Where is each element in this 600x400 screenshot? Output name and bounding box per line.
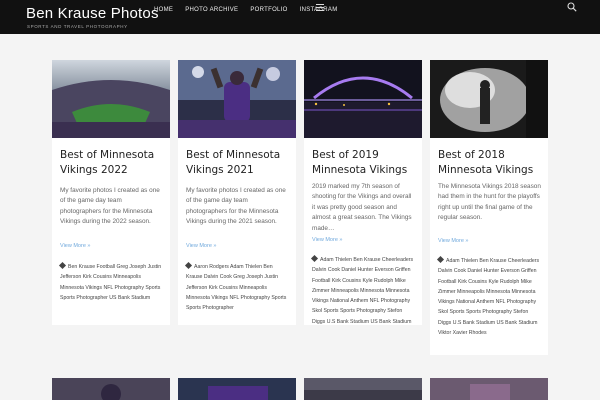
post-thumbnail[interactable] — [430, 378, 548, 400]
post-card: Best of Minnesota Vikings 2021 My favori… — [178, 60, 296, 325]
post-tags-text[interactable]: Adam Thielen Ben Krause Cheerleaders Dal… — [312, 257, 413, 325]
post-excerpt: 2019 marked my 7th season of shooting fo… — [312, 183, 412, 232]
nav-item-home[interactable]: HOME — [154, 7, 173, 13]
post-thumbnail[interactable] — [304, 378, 422, 400]
view-more-link[interactable]: View More » — [438, 238, 468, 244]
search-icon[interactable] — [567, 2, 577, 12]
post-tags: Adam Thielen Ben Krause Cheerleaders Dal… — [310, 254, 416, 327]
post-thumbnail[interactable] — [178, 378, 296, 400]
post-title[interactable]: Best of 2018 Minnesota Vikings — [438, 148, 542, 178]
tag-icon — [310, 254, 319, 263]
post-title[interactable]: Best of 2019 Minnesota Vikings — [312, 148, 416, 178]
post-tags-text[interactable]: Aaron Rodgers Adam Thielen Ben Krause Da… — [186, 264, 286, 311]
site-header: Ben Krause Photos SPORTS AND TRAVEL PHOT… — [0, 0, 600, 34]
nav-item-portfolio[interactable]: PORTFOLIO — [250, 7, 287, 13]
tag-icon — [58, 261, 67, 270]
post-tags: Aaron Rodgers Adam Thielen Ben Krause Da… — [184, 261, 290, 313]
site-tagline: SPORTS AND TRAVEL PHOTOGRAPHY — [27, 24, 128, 29]
post-title[interactable]: Best of Minnesota Vikings 2022 — [60, 148, 164, 178]
post-title[interactable]: Best of Minnesota Vikings 2021 — [186, 148, 290, 178]
post-card: Best of 2018 Minnesota Vikings The Minne… — [430, 60, 548, 355]
post-tags: Ben Krause Football Greg Joseph Justin J… — [58, 261, 164, 303]
post-thumbnail[interactable] — [430, 60, 548, 138]
post-excerpt: My favorite photos I created as one of t… — [60, 187, 160, 226]
post-tags-text[interactable]: Ben Krause Football Greg Joseph Justin J… — [60, 264, 161, 301]
post-thumbnail[interactable] — [52, 60, 170, 138]
tag-icon — [184, 261, 193, 270]
tag-icon — [436, 255, 445, 264]
post-thumbnail[interactable] — [178, 60, 296, 138]
view-more-link[interactable]: View More » — [312, 237, 342, 243]
site-title[interactable]: Ben Krause Photos — [26, 5, 159, 22]
post-thumbnail[interactable] — [304, 60, 422, 138]
post-tags-text[interactable]: Adam Thielen Ben Krause Cheerleaders Dal… — [438, 258, 539, 336]
view-more-link[interactable]: View More » — [186, 243, 216, 249]
post-excerpt: My favorite photos I created as one of t… — [186, 187, 286, 226]
hamburger-menu-icon[interactable] — [316, 4, 324, 11]
post-excerpt: The Minnesota Vikings 2018 season had th… — [438, 183, 541, 222]
post-tags: Adam Thielen Ben Krause Cheerleaders Dal… — [436, 255, 542, 338]
post-card: Best of Minnesota Vikings 2022 My favori… — [52, 60, 170, 325]
view-more-link[interactable]: View More » — [60, 243, 90, 249]
post-card: Best of 2019 Minnesota Vikings 2019 mark… — [304, 60, 422, 325]
post-thumbnail[interactable] — [52, 378, 170, 400]
nav-item-photo-archive[interactable]: PHOTO ARCHIVE — [185, 7, 238, 13]
